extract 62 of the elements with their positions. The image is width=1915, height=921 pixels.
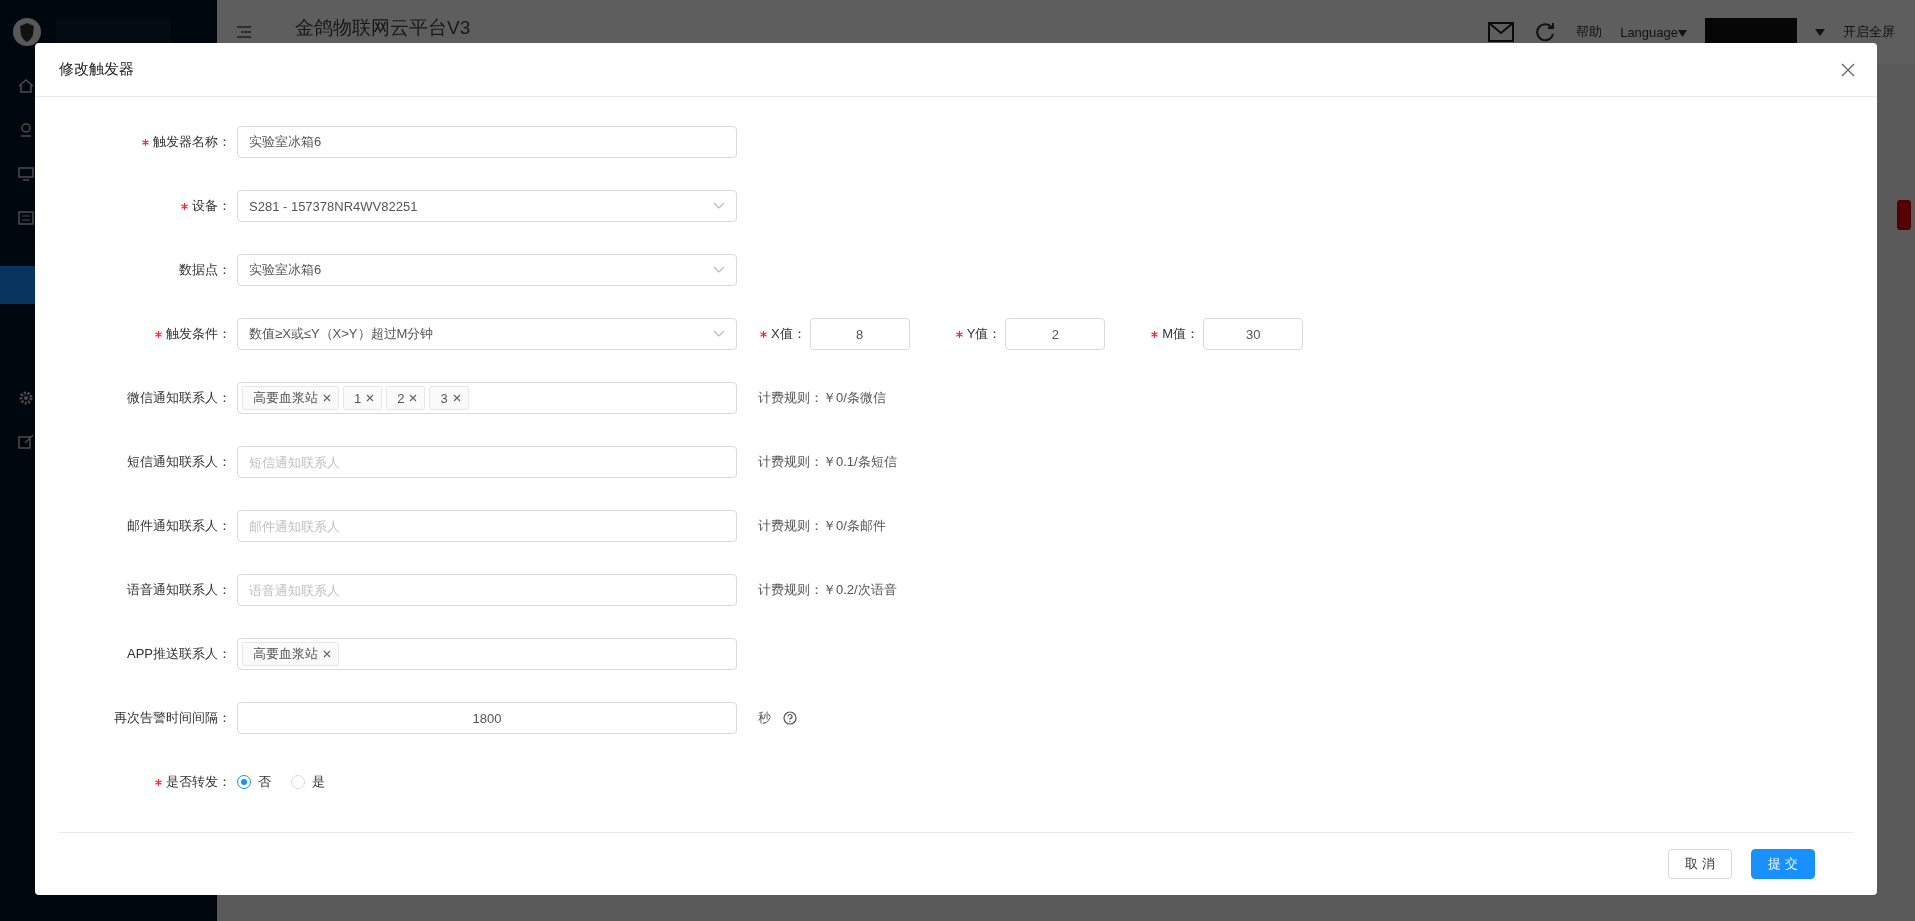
- caret-icon: [713, 202, 725, 210]
- field-label: 触发条件：: [166, 325, 231, 343]
- shield-logo-icon: [12, 17, 42, 47]
- field-label: 是否转发：: [166, 773, 231, 791]
- text-field[interactable]: 邮件通知联系人: [237, 510, 737, 542]
- help-icon[interactable]: [783, 711, 797, 725]
- billing-note: 计费规则：￥0/条邮件: [758, 517, 886, 535]
- close-icon[interactable]: [366, 394, 375, 402]
- gear-icon[interactable]: [18, 390, 34, 406]
- unit-label: 秒: [758, 709, 771, 727]
- close-icon[interactable]: [323, 394, 331, 402]
- field-label: 设备：: [192, 197, 231, 215]
- dialog-title: 修改触发器: [59, 60, 134, 79]
- field-label: 数据点：: [179, 261, 231, 279]
- field-label: M值：: [1162, 325, 1200, 343]
- close-icon[interactable]: [409, 394, 418, 402]
- billing-note: 计费规则：￥0.2/次语音: [758, 581, 897, 599]
- select-field[interactable]: 数值≥X或≤Y（X>Y）超过M分钟: [237, 318, 737, 350]
- contact-tag[interactable]: 1: [343, 386, 383, 410]
- radio-label[interactable]: 是: [312, 773, 325, 791]
- contact-tag[interactable]: 高要血浆站: [242, 386, 339, 410]
- close-icon[interactable]: [452, 394, 461, 402]
- home-icon[interactable]: [18, 78, 34, 94]
- field-label: 触发器名称：: [153, 133, 231, 151]
- field-label: 微信通知联系人：: [127, 389, 231, 407]
- billing-note: 计费规则：￥0/条微信: [758, 389, 886, 407]
- edit-icon[interactable]: [18, 434, 34, 450]
- field-label: 短信通知联系人：: [127, 453, 231, 471]
- field-label: X值：: [771, 325, 806, 343]
- contact-tag[interactable]: 高要血浆站: [242, 642, 339, 666]
- close-icon[interactable]: [1841, 62, 1855, 77]
- radio-label[interactable]: 否: [258, 773, 271, 791]
- close-icon[interactable]: [323, 650, 331, 658]
- monitor-icon[interactable]: [18, 166, 34, 182]
- contact-tag[interactable]: 3: [429, 386, 469, 410]
- select-field[interactable]: 实验室冰箱6: [237, 254, 737, 286]
- contact-tag[interactable]: 2: [386, 386, 426, 410]
- app-title: 金鸽物联网云平台V3: [295, 16, 472, 40]
- number-field[interactable]: 8: [809, 318, 910, 350]
- number-field[interactable]: 1800: [237, 702, 737, 734]
- billing-note: 计费规则：￥0.1/条短信: [758, 453, 897, 471]
- caret-icon: [713, 330, 725, 338]
- user-name-block[interactable]: [1705, 18, 1797, 46]
- field-label: 邮件通知联系人：: [127, 517, 231, 535]
- number-field[interactable]: 2: [1005, 318, 1106, 350]
- field-label: 语音通知联系人：: [127, 581, 231, 599]
- mail-icon[interactable]: [1488, 21, 1515, 43]
- cancel-button[interactable]: 取 消: [1668, 849, 1732, 879]
- caret-icon: [713, 266, 725, 274]
- caret-icon[interactable]: [1815, 28, 1825, 36]
- tag-select-field[interactable]: 高要血浆站: [237, 638, 737, 670]
- text-field[interactable]: 语音通知联系人: [237, 574, 737, 606]
- caret-icon: [1678, 29, 1687, 37]
- list-icon[interactable]: [18, 210, 34, 226]
- field-label: Y值：: [966, 325, 1002, 343]
- select-field[interactable]: S281 - 157378NR4WV82251: [237, 190, 737, 222]
- field-label: APP推送联系人：: [127, 645, 231, 663]
- field-label: 再次告警时间间隔：: [114, 709, 231, 727]
- tag-select-field[interactable]: 高要血浆站 1 2 3: [237, 382, 737, 414]
- text-field[interactable]: 实验室冰箱6: [237, 126, 737, 158]
- number-field[interactable]: 30: [1203, 318, 1304, 350]
- text-field[interactable]: 短信通知联系人: [237, 446, 737, 478]
